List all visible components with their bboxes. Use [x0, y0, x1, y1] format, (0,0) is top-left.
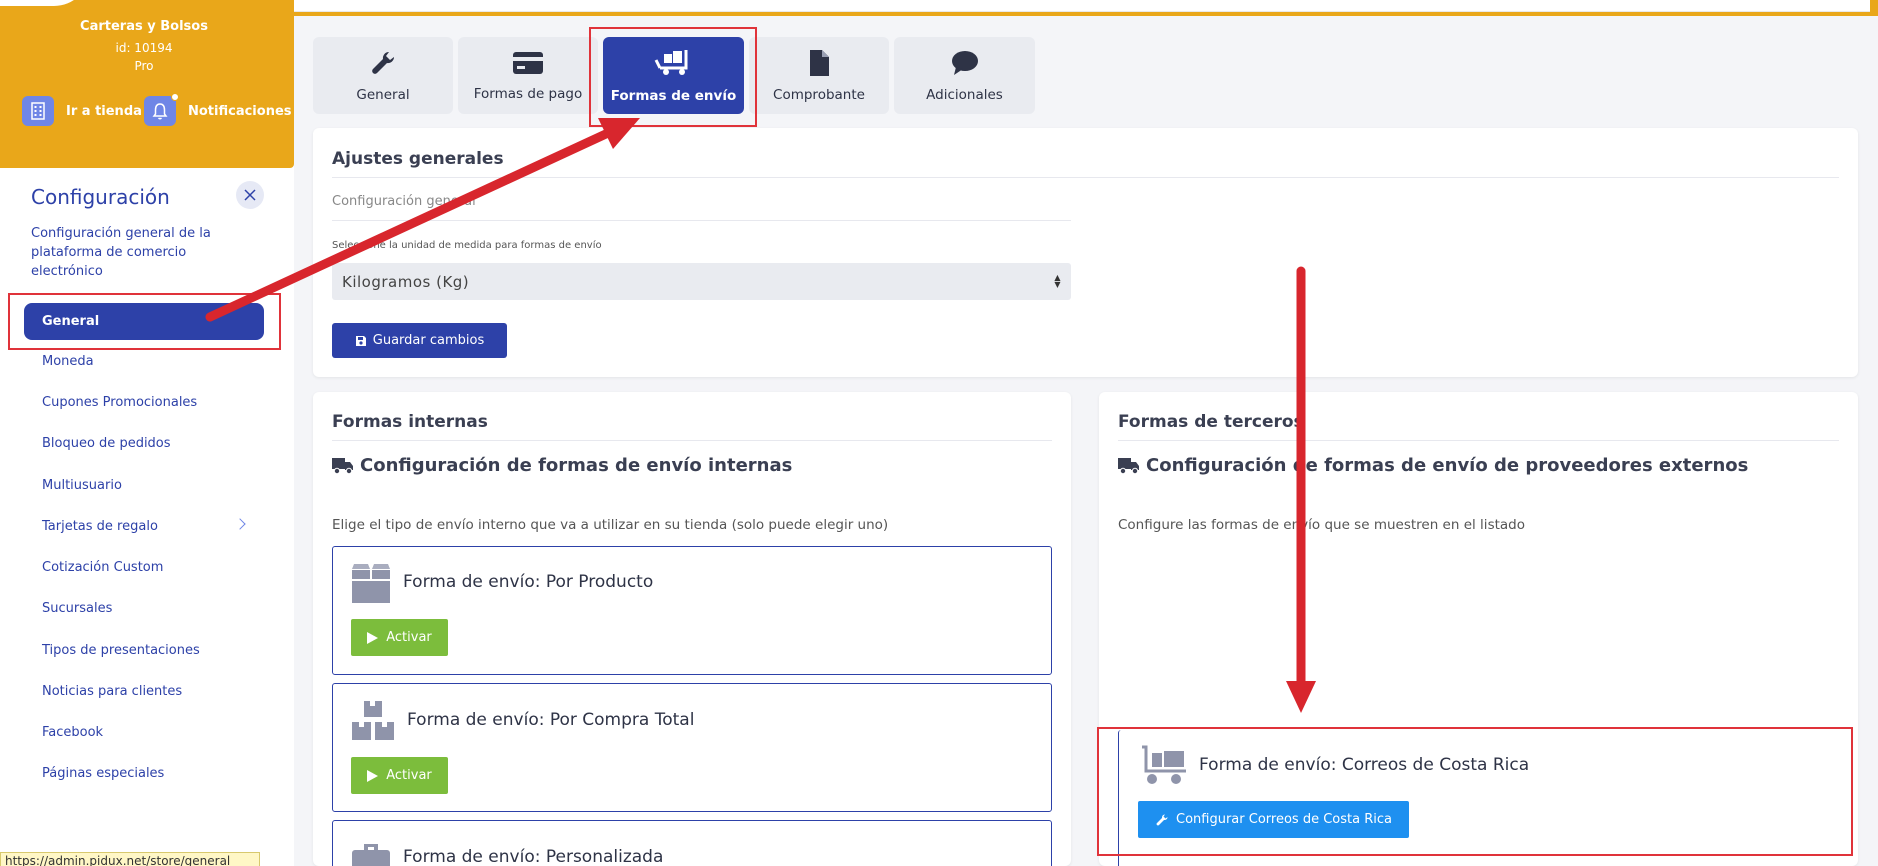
- sidebar: Carteras y Bolsos id: 10194 Pro Ir a tie…: [0, 0, 294, 866]
- truck-icon: [332, 457, 353, 474]
- third-party-title: Formas de terceros: [1118, 412, 1304, 432]
- save-changes-button[interactable]: Guardar cambios: [332, 323, 507, 358]
- nav-item-paginas[interactable]: Páginas especiales: [42, 766, 164, 781]
- third-party-description: Configure las formas de envío que se mue…: [1118, 517, 1525, 533]
- wrench-icon: [372, 51, 395, 74]
- nav-item-multiusuario[interactable]: Multiusuario: [42, 478, 122, 493]
- top-strip-inner: [294, 0, 1870, 12]
- play-icon: [367, 769, 379, 782]
- divider: [1118, 440, 1839, 441]
- nav-item-bloqueo[interactable]: Bloqueo de pedidos: [42, 436, 171, 451]
- toolbox-icon: [352, 844, 390, 866]
- building-icon: [22, 96, 54, 126]
- tab-general[interactable]: General: [313, 37, 453, 114]
- activate-por-compra-total-button[interactable]: Activar: [351, 757, 448, 794]
- save-icon: [355, 335, 366, 346]
- tab-adicionales-label: Adicionales: [926, 86, 1003, 103]
- nav-item-cupones[interactable]: Cupones Promocionales: [42, 395, 197, 410]
- option-title-personalizada: Forma de envío: Personalizada: [403, 847, 664, 866]
- chevron-right-icon: [234, 518, 246, 530]
- config-description: Configuración general de la plataforma d…: [31, 226, 211, 279]
- store-name: Carteras y Bolsos: [80, 19, 208, 34]
- store-plan: Pro: [134, 59, 154, 73]
- close-icon: [244, 189, 256, 201]
- internal-heading: Configuración de formas de envío interna…: [332, 455, 792, 476]
- notification-dot: [171, 93, 179, 101]
- option-title-por-compra-total: Forma de envío: Por Compra Total: [407, 710, 695, 730]
- annotation-box-general: [8, 293, 281, 350]
- comment-icon: [951, 50, 978, 75]
- tab-formas-pago[interactable]: Formas de pago: [458, 37, 598, 114]
- notifications-label: Notificaciones: [188, 103, 292, 119]
- nav-item-noticias[interactable]: Noticias para clientes: [42, 684, 182, 699]
- tab-formas-pago-label: Formas de pago: [473, 85, 583, 102]
- activate-label: Activar: [386, 768, 432, 783]
- nav-item-moneda[interactable]: Moneda: [42, 354, 94, 369]
- box-icon: [352, 564, 390, 603]
- tab-adicionales[interactable]: Adicionales: [894, 37, 1035, 114]
- notifications-button[interactable]: Notificaciones: [144, 93, 292, 126]
- activate-label: Activar: [386, 630, 432, 645]
- go-store-label: Ir a tienda: [66, 103, 142, 119]
- store-header: Carteras y Bolsos id: 10194 Pro Ir a tie…: [0, 0, 294, 168]
- nav-item-tarjetas[interactable]: Tarjetas de regalo: [42, 519, 158, 534]
- annotation-box-correos: [1097, 727, 1853, 856]
- unit-select-value: Kilogramos (Kg): [342, 272, 470, 291]
- tab-comprobante[interactable]: Comprobante: [749, 37, 889, 114]
- file-icon: [810, 49, 829, 76]
- divider: [332, 440, 1052, 441]
- internal-description: Elige el tipo de envío interno que va a …: [332, 517, 889, 533]
- save-changes-label: Guardar cambios: [372, 333, 485, 348]
- unit-select[interactable]: Kilogramos (Kg) ▲ ▼: [332, 263, 1071, 300]
- play-icon: [367, 631, 379, 644]
- tab-general-label: General: [356, 86, 410, 103]
- annotation-box-formas-envio: [589, 27, 757, 127]
- unit-label: Seleccione la unidad de medida para form…: [332, 240, 602, 251]
- general-settings-card: [313, 128, 1858, 377]
- general-settings-title: Ajustes generales: [332, 149, 504, 169]
- nav-item-sucursales[interactable]: Sucursales: [42, 601, 112, 616]
- nav-item-presentaciones[interactable]: Tipos de presentaciones: [42, 643, 200, 658]
- status-url: https://admin.pidux.net/store/general: [0, 852, 260, 866]
- general-settings-subtitle: Configuración general: [332, 194, 476, 209]
- go-store-button[interactable]: Ir a tienda: [22, 96, 142, 126]
- close-sidebar-button[interactable]: [236, 181, 264, 209]
- third-party-heading: Configuración de formas de envío de prov…: [1118, 455, 1748, 476]
- third-party-heading-text: Configuración de formas de envío de prov…: [1146, 455, 1749, 476]
- store-id: id: 10194: [115, 41, 173, 55]
- nav-item-cotizacion[interactable]: Cotización Custom: [42, 560, 163, 575]
- truck-icon: [1118, 457, 1139, 474]
- internal-heading-text: Configuración de formas de envío interna…: [360, 455, 793, 476]
- activate-por-producto-button[interactable]: Activar: [351, 619, 448, 656]
- internal-title: Formas internas: [332, 412, 488, 432]
- divider: [332, 177, 1839, 178]
- boxes-icon: [352, 701, 394, 740]
- config-title: Configuración: [31, 185, 170, 209]
- option-title-por-producto: Forma de envío: Por Producto: [403, 572, 654, 592]
- bell-icon: [144, 93, 179, 126]
- tab-comprobante-label: Comprobante: [773, 86, 865, 103]
- logo-area: [0, 0, 90, 6]
- divider: [332, 220, 1071, 221]
- nav-item-facebook[interactable]: Facebook: [42, 725, 103, 740]
- credit-card-icon: [513, 51, 543, 74]
- select-arrows-icon: ▲ ▼: [1054, 273, 1061, 289]
